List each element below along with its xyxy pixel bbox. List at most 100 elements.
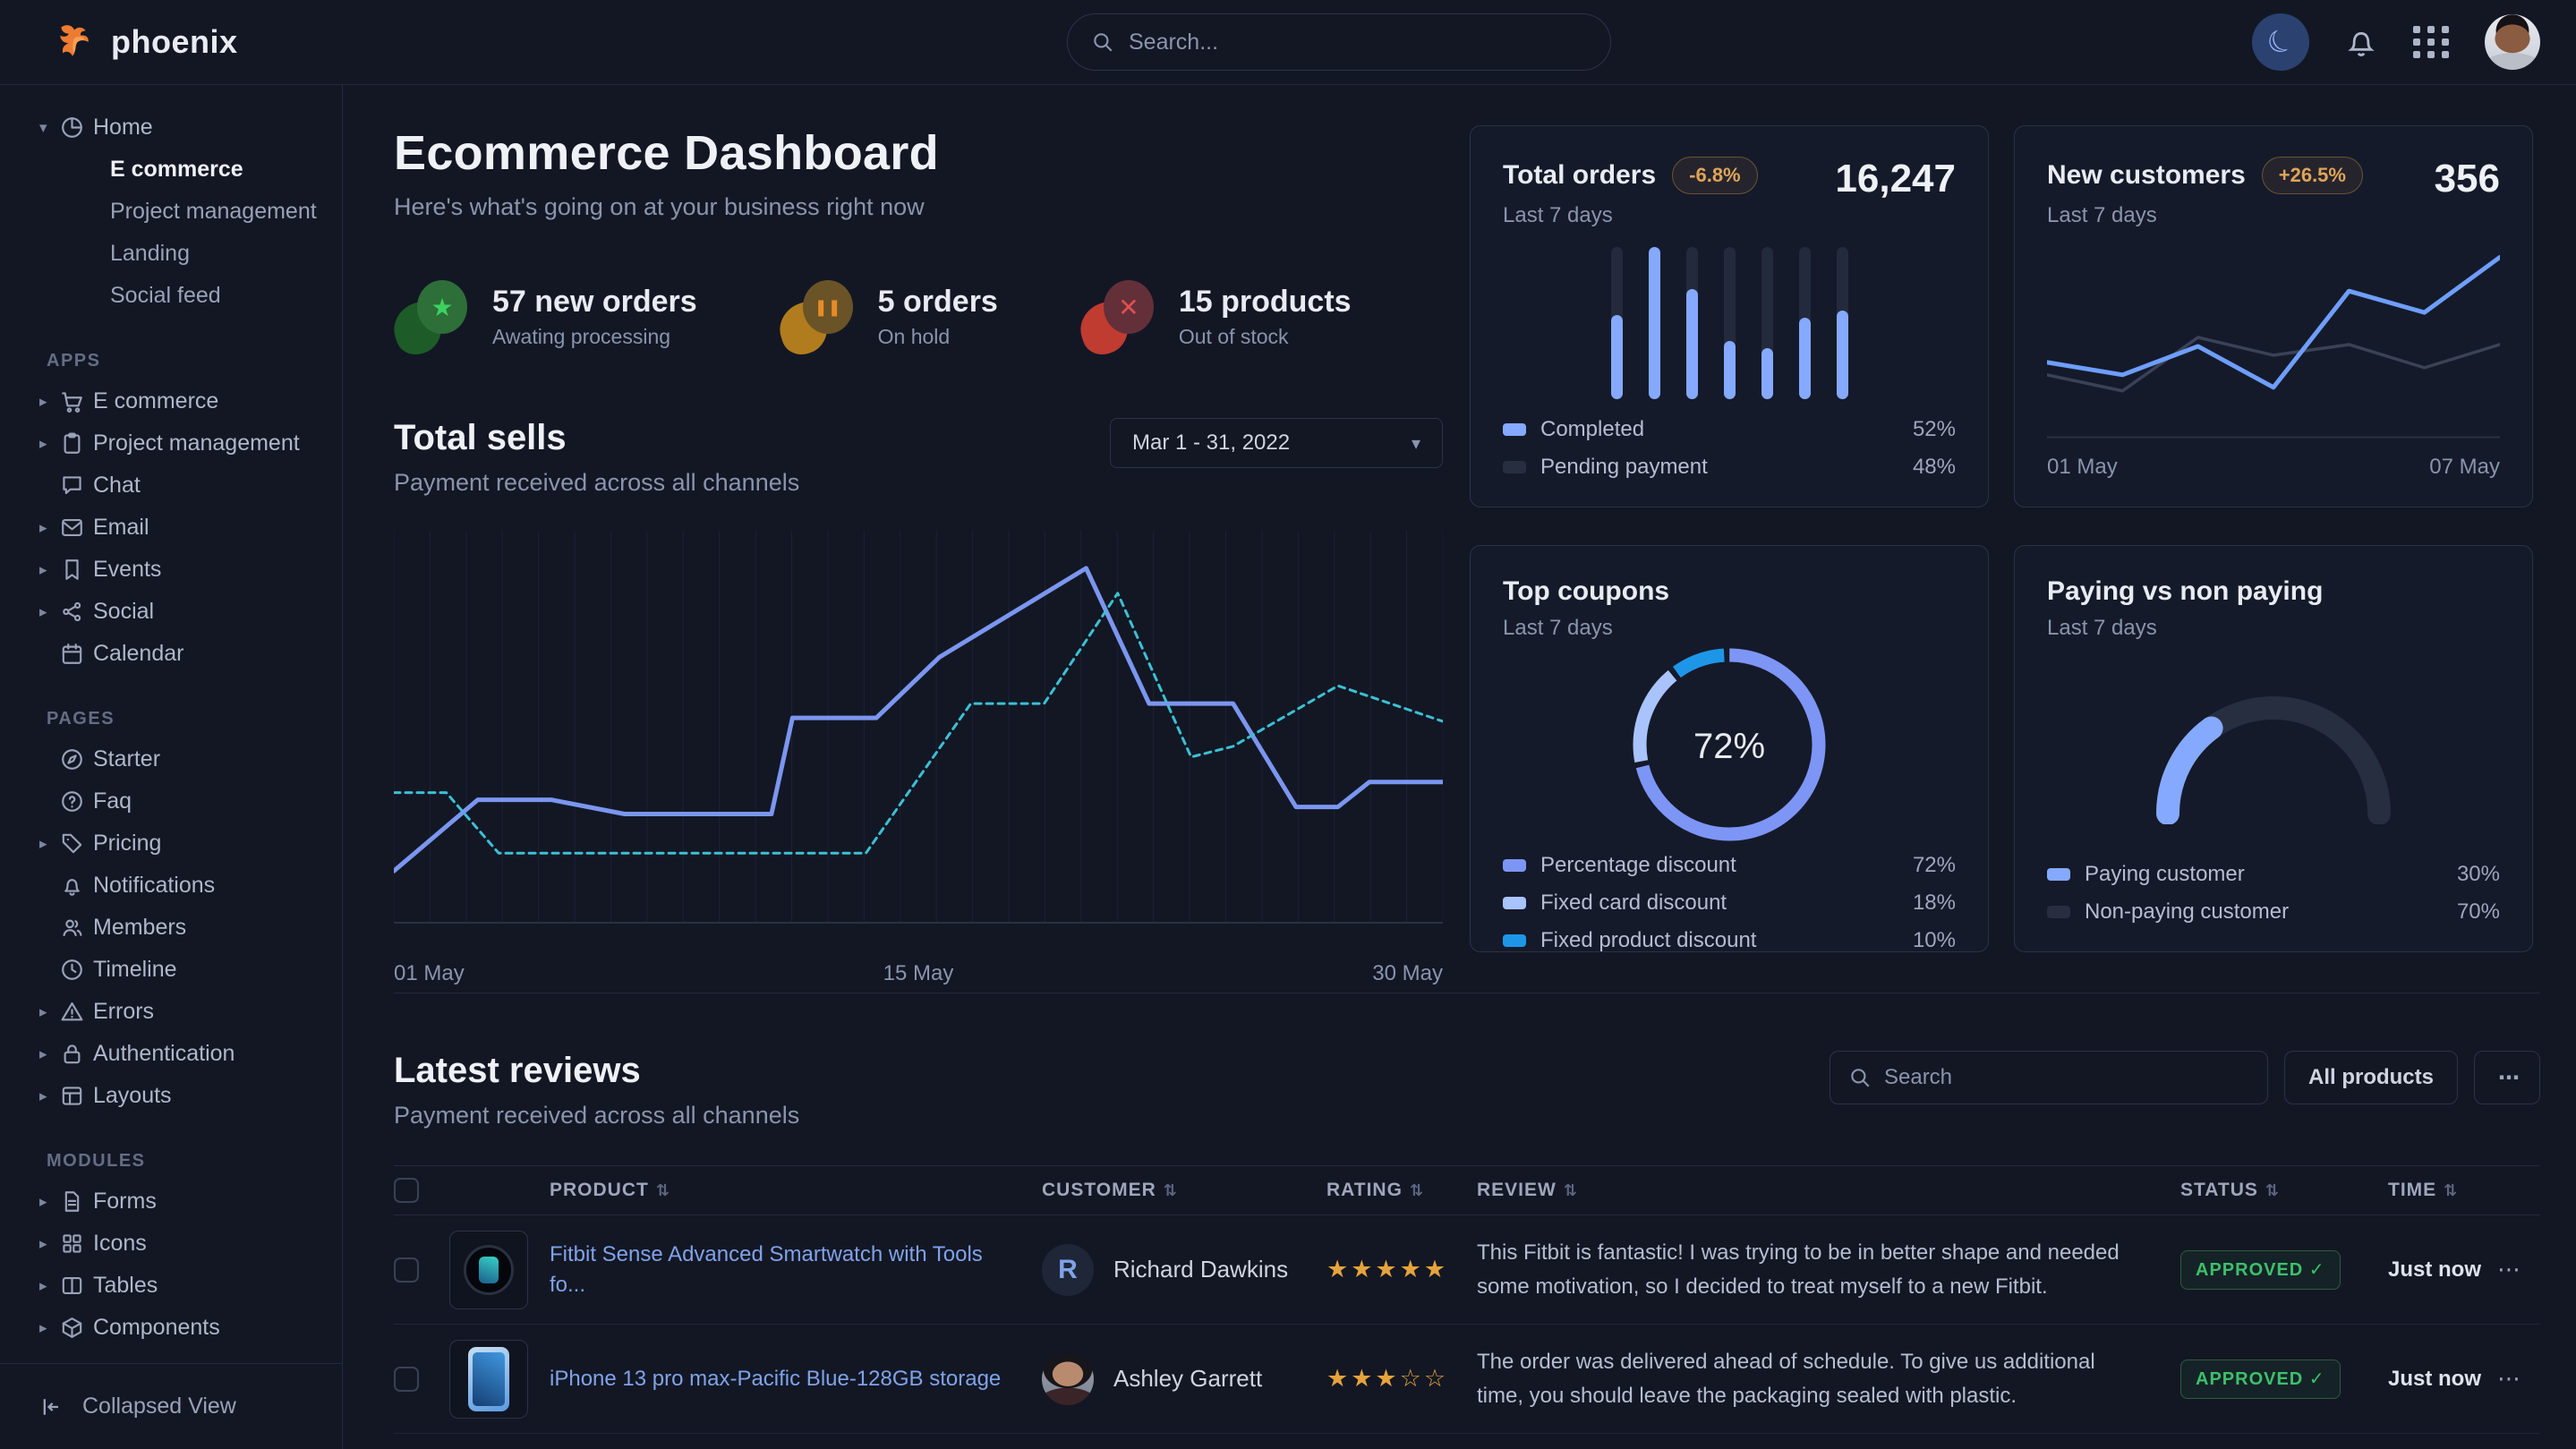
column-header-status[interactable]: STATUS⇅ <box>2180 1180 2388 1201</box>
sidebar-item-landing[interactable]: Landing <box>0 233 342 275</box>
sidebar-item-authentication[interactable]: ▸Authentication <box>0 1033 342 1075</box>
row-more-button[interactable]: ⋯ <box>2497 1256 2540 1283</box>
top-navbar: phoenix ☾ <box>0 0 2576 85</box>
reviews-subtitle: Payment received across all channels <box>394 1102 799 1129</box>
row-more-button[interactable]: ⋯ <box>2497 1365 2540 1393</box>
sidebar-item-components[interactable]: ▸Components <box>0 1307 342 1349</box>
brand-logo[interactable]: phoenix <box>36 20 238 64</box>
global-search[interactable] <box>1067 13 1611 71</box>
more-options-button[interactable]: ⋯ <box>2474 1051 2540 1104</box>
sidebar-item-timeline[interactable]: Timeline <box>0 949 342 991</box>
orders-bar-chart <box>1611 247 1848 399</box>
sort-icon: ⇅ <box>1164 1181 1178 1199</box>
sidebar-item-calendar[interactable]: Calendar <box>0 633 342 675</box>
reviews-table-body: Fitbit Sense Advanced Smartwatch with To… <box>394 1215 2540 1449</box>
customer-name: Ashley Garrett <box>1113 1365 1262 1393</box>
sidebar-item-events[interactable]: ▸Events <box>0 549 342 591</box>
collapse-icon <box>39 1394 64 1419</box>
new-customers-line-chart <box>2047 228 2500 444</box>
sidebar-item-layouts[interactable]: ▸Layouts <box>0 1075 342 1117</box>
sidebar-item-icons[interactable]: ▸Icons <box>0 1223 342 1265</box>
new-customers-value: 356 <box>2435 157 2500 201</box>
reviews-table-header: PRODUCT⇅CUSTOMER⇅RATING⇅REVIEW⇅STATUS⇅TI… <box>394 1165 2540 1215</box>
paying-legend: Paying customer30%Non-paying customer70% <box>2047 862 2500 925</box>
layout-icon <box>59 1083 93 1109</box>
notifications-bell-icon[interactable] <box>2343 22 2379 62</box>
page-title: Ecommerce Dashboard <box>394 125 1443 181</box>
column-header-customer[interactable]: CUSTOMER⇅ <box>1042 1180 1326 1201</box>
product-thumbnail <box>449 1340 528 1419</box>
sidebar-item-project-management[interactable]: ▸Project management <box>0 422 342 465</box>
caret-icon: ▸ <box>39 1045 59 1063</box>
sidebar-item-errors[interactable]: ▸Errors <box>0 991 342 1033</box>
all-products-filter-button[interactable]: All products <box>2284 1051 2458 1104</box>
sidebar-item-notifications[interactable]: Notifications <box>0 865 342 907</box>
review-time: Just now <box>2388 1257 2497 1283</box>
search-input[interactable] <box>1129 30 1587 55</box>
select-all-checkbox[interactable] <box>394 1178 419 1203</box>
column-header-product[interactable]: PRODUCT⇅ <box>449 1180 1042 1201</box>
sidebar-item-forms[interactable]: ▸Forms <box>0 1181 342 1223</box>
sidebar-item-e-commerce[interactable]: E commerce <box>0 149 342 191</box>
row-checkbox[interactable] <box>394 1367 419 1392</box>
phoenix-flame-icon <box>52 20 97 64</box>
sidebar-item-social[interactable]: ▸Social <box>0 591 342 633</box>
avatar <box>1042 1353 1094 1405</box>
sidebar-item-members[interactable]: Members <box>0 907 342 949</box>
column-header-time[interactable]: TIME⇅ <box>2388 1180 2497 1201</box>
card-title: Top coupons <box>1503 576 1669 607</box>
stat-out-of-stock: ✕15 productsOut of stock <box>1080 280 1352 354</box>
caret-icon: ▸ <box>39 1277 59 1295</box>
caret-icon: ▸ <box>39 1003 59 1021</box>
sidebar-item-home[interactable]: ▾Home <box>0 107 342 149</box>
sidebar-item-project-management[interactable]: Project management <box>0 191 342 233</box>
review-time: Just now <box>2388 1367 2497 1392</box>
sort-icon: ⇅ <box>656 1181 670 1199</box>
brand-name: phoenix <box>111 23 238 61</box>
sidebar-item-faq[interactable]: Faq <box>0 780 342 823</box>
lock-icon <box>59 1041 93 1067</box>
bookmark-icon <box>59 557 93 583</box>
apps-grid-icon[interactable] <box>2413 26 2451 58</box>
grid4-icon <box>59 1231 93 1257</box>
new-customers-card: New customers +26.5% Last 7 days 356 01 … <box>2014 125 2533 507</box>
card-title: New customers <box>2047 160 2246 191</box>
total-sells-x-axis: 01 May15 May30 May <box>394 961 1443 986</box>
sidebar-item-tables[interactable]: ▸Tables <box>0 1265 342 1307</box>
legend-item-paying-customer: Paying customer30% <box>2047 862 2500 887</box>
sidebar-item-e-commerce[interactable]: ▸E commerce <box>0 380 342 422</box>
row-checkbox[interactable] <box>394 1257 419 1283</box>
sort-icon: ⇅ <box>2444 1181 2458 1199</box>
total-orders-card: Total orders -6.8% Last 7 days 16,247 Co… <box>1470 125 1989 507</box>
sidebar-item-starter[interactable]: Starter <box>0 738 342 780</box>
reviews-search-input[interactable] <box>1884 1065 2249 1090</box>
sort-icon: ⇅ <box>1410 1181 1424 1199</box>
theme-toggle-button[interactable]: ☾ <box>2252 13 2309 71</box>
column-header-review[interactable]: REVIEW⇅ <box>1477 1180 2180 1201</box>
tag-icon <box>59 831 93 857</box>
sidebar-item-chat[interactable]: Chat <box>0 465 342 507</box>
status-badge: APPROVED ✓ <box>2180 1250 2341 1290</box>
main-content: Ecommerce Dashboard Here's what's going … <box>343 85 2576 1449</box>
user-avatar[interactable] <box>2485 14 2540 70</box>
legend-item-percentage-discount: Percentage discount72% <box>1503 853 1956 878</box>
sidebar-item-social-feed[interactable]: Social feed <box>0 275 342 317</box>
page-subtitle: Here's what's going on at your business … <box>394 193 1443 221</box>
x-axis-label: 30 May <box>1372 961 1443 986</box>
product-link[interactable]: iPhone 13 pro max-Pacific Blue-128GB sto… <box>550 1364 1001 1394</box>
orders-legend: Completed52%Pending payment48% <box>1503 417 1956 480</box>
table-row <box>394 1434 2540 1449</box>
column-header-rating[interactable]: RATING⇅ <box>1326 1180 1477 1201</box>
top-coupons-card: Top coupons Last 7 days 72% Percentage d… <box>1470 545 1989 952</box>
collapse-label: Collapsed View <box>82 1394 236 1419</box>
reviews-search[interactable] <box>1830 1051 2268 1104</box>
legend-item-completed: Completed52% <box>1503 417 1956 442</box>
total-sells-title: Total sells <box>394 418 799 458</box>
product-link[interactable]: Fitbit Sense Advanced Smartwatch with To… <box>550 1240 1015 1300</box>
sidebar-item-pricing[interactable]: ▸Pricing <box>0 823 342 865</box>
table-icon <box>59 1273 93 1299</box>
sidebar-item-email[interactable]: ▸Email <box>0 507 342 549</box>
collapse-sidebar-button[interactable]: Collapsed View <box>0 1363 342 1449</box>
date-range-dropdown[interactable]: Mar 1 - 31, 2022 ▾ <box>1110 418 1443 468</box>
x-axis-label: 15 May <box>883 961 954 986</box>
